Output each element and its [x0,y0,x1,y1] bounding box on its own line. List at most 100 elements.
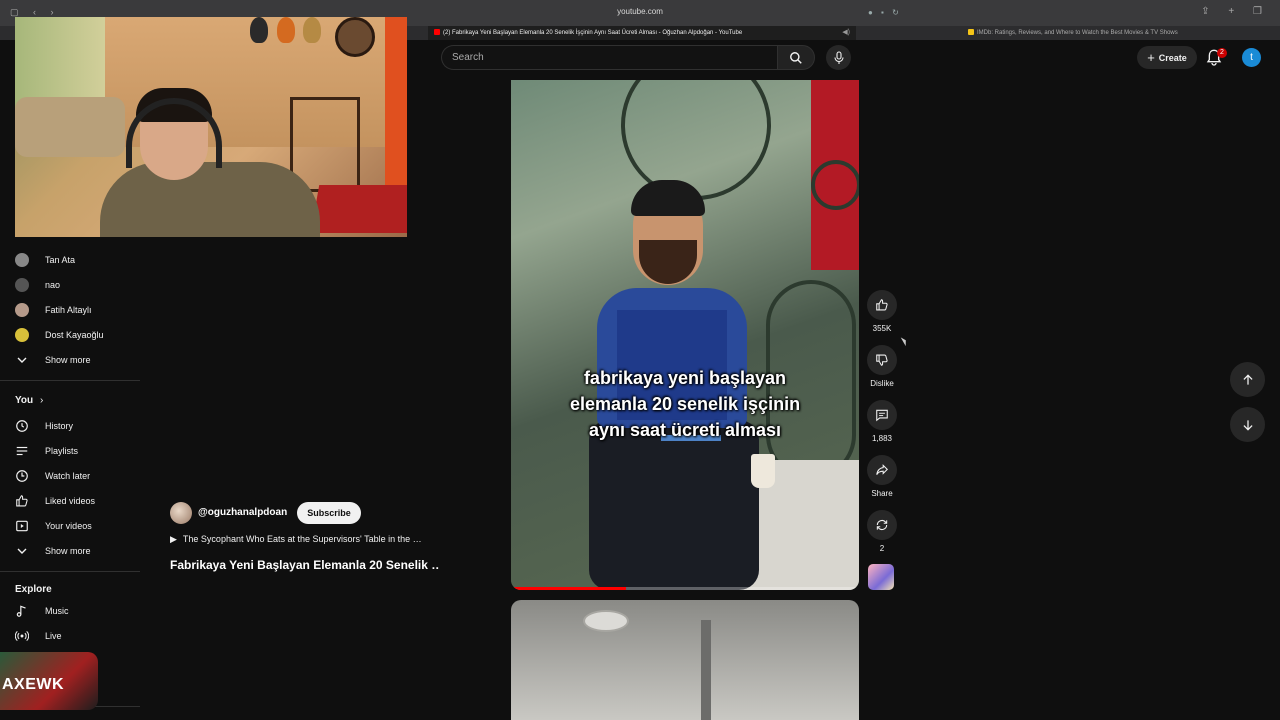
playlist-text: The Sycophant Who Eats at the Supervisor… [182,534,422,544]
share-action: Share [866,455,898,498]
live-icon [15,629,29,643]
comment-icon [876,409,888,422]
microphone-icon [833,50,844,64]
avatar [15,253,29,267]
speaker-icon[interactable]: ◀) [842,26,850,40]
playlist-link[interactable]: ▶ The Sycophant Who Eats at the Supervis… [170,534,445,545]
imdb-favicon-icon [968,29,974,35]
plus-icon: + [1147,50,1155,65]
voice-search-button[interactable] [826,45,851,70]
user-avatar[interactable]: t [1242,48,1261,67]
address-bar-icons[interactable]: ● ▪ ↻ [868,8,902,17]
show-more-label: Show more [45,546,91,556]
dislike-label: Dislike [870,379,894,388]
caption-line: aynı saat ücreti alması [588,420,782,440]
sidebar-item-label: Liked videos [45,496,96,506]
subscription-label: Tan Ata [45,255,76,265]
video-worker-legs [589,420,759,590]
music-icon [15,604,29,618]
play-icon: ▶ [170,534,177,544]
arrow-up-icon [1242,373,1253,385]
sidebar-item-label: Your videos [45,521,92,531]
caption-line: fabrikaya yeni başlayan [583,368,787,388]
tab-imdb-label: IMDb: Ratings, Reviews, and Where to Wat… [977,30,1178,36]
share-button[interactable] [867,455,897,485]
avatar [15,278,29,292]
chevron-right-icon: › [39,395,44,406]
sidebar-item-label: Playlists [45,446,79,456]
tab-youtube[interactable]: (2) Fabrikaya Yeni Başlayan Elemanla 20 … [428,26,856,40]
sidebar-item-music[interactable]: Music [15,601,69,621]
sidebar-subscription-item[interactable]: Fatih Altaylı [15,300,92,320]
tab-youtube-label: (2) Fabrikaya Yeni Başlayan Elemanla 20 … [443,30,743,36]
show-more-label: Show more [45,355,91,365]
create-button[interactable]: + Create [1137,46,1197,69]
caption-line: elemanla 20 senelik işçinin [569,394,801,414]
sidebar-item-watch-later[interactable]: Watch later [15,466,90,486]
address-bar[interactable]: youtube.com [0,7,1280,16]
avatar [15,328,29,342]
sidebar-item-your-videos[interactable]: Your videos [15,516,92,536]
like-action: 355K [866,290,898,333]
channel-row: @oguzhanalpdoan Subscribe [170,501,361,524]
arrow-down-icon [1242,419,1253,431]
previous-short-button[interactable] [1230,362,1265,397]
avatar [15,303,29,317]
sidebar-item-history[interactable]: History [15,416,73,436]
chevron-down-icon [15,544,29,558]
video-title[interactable]: Fabrikaya Yeni Başlayan Elemanla 20 Sene… [170,558,440,572]
sidebar-item-label: Music [45,606,69,616]
webcam-person [100,88,320,237]
video-caption: fabrikaya yeni başlayan elemanla 20 sene… [511,365,859,443]
subscription-label: nao [45,280,61,290]
remix-button[interactable] [867,510,897,540]
video-progress-bar[interactable] [511,587,859,590]
subscribe-button[interactable]: Subscribe [297,501,361,524]
sidebar-item-playlists[interactable]: Playlists [15,441,78,461]
comments-action: 1,883 [866,400,898,443]
sidebar-item-liked-videos[interactable]: Liked videos [15,491,95,511]
remix-count: 2 [879,544,885,553]
sidebar-subscription-item[interactable]: nao [15,275,60,295]
create-label: Create [1158,52,1187,63]
comments-button[interactable] [867,400,897,430]
video-scene-wheel [811,160,859,210]
you-section-heading[interactable]: You › [15,395,43,406]
search-button[interactable] [777,45,815,70]
you-show-more[interactable]: Show more [15,541,91,561]
webcam-mirror [335,17,375,57]
playlists-icon [15,444,29,458]
short-video-player[interactable]: fabrikaya yeni başlayan elemanla 20 sene… [511,80,859,590]
search-input[interactable]: Search [441,45,777,70]
sound-thumbnail[interactable] [868,564,894,590]
avatar[interactable] [170,501,192,524]
channel-name[interactable]: @oguzhanalpdoan [198,507,287,518]
dislike-action: Dislike [866,345,898,388]
subscriptions-show-more[interactable]: Show more [15,350,91,370]
chevron-down-icon [15,353,29,367]
corner-thumbnail[interactable]: AXEWK [0,652,98,710]
share-label: Share [871,489,893,498]
sidebar-subscription-item[interactable]: Dost Kayaoğlu [15,325,104,345]
remix-icon [876,520,888,530]
sidebar-item-live[interactable]: Live [15,626,62,646]
sidebar-item-label: History [45,421,74,431]
next-short-button[interactable] [1230,407,1265,442]
remix-action: 2 [866,510,898,553]
sidebar-divider [0,380,140,381]
webcam-guitar [250,17,268,43]
webcam-overlay [15,17,407,237]
tab-imdb[interactable]: IMDb: Ratings, Reviews, and Where to Wat… [962,26,1272,40]
sidebar-item-label: Live [45,631,62,641]
browser-window-icons[interactable]: ⇪ + ❐ [1201,6,1270,17]
webcam-guitar [277,17,295,43]
search-icon [790,51,802,64]
youtube-favicon-icon [434,29,440,35]
next-short-preview[interactable] [511,600,859,720]
webcam-person-body [100,162,320,237]
sidebar-subscription-item[interactable]: Tan Ata [15,250,75,270]
subscription-label: Dost Kayaoğlu [45,330,104,340]
dislike-button[interactable] [867,345,897,375]
video-progress-fill [511,587,626,590]
like-button[interactable] [867,290,897,320]
